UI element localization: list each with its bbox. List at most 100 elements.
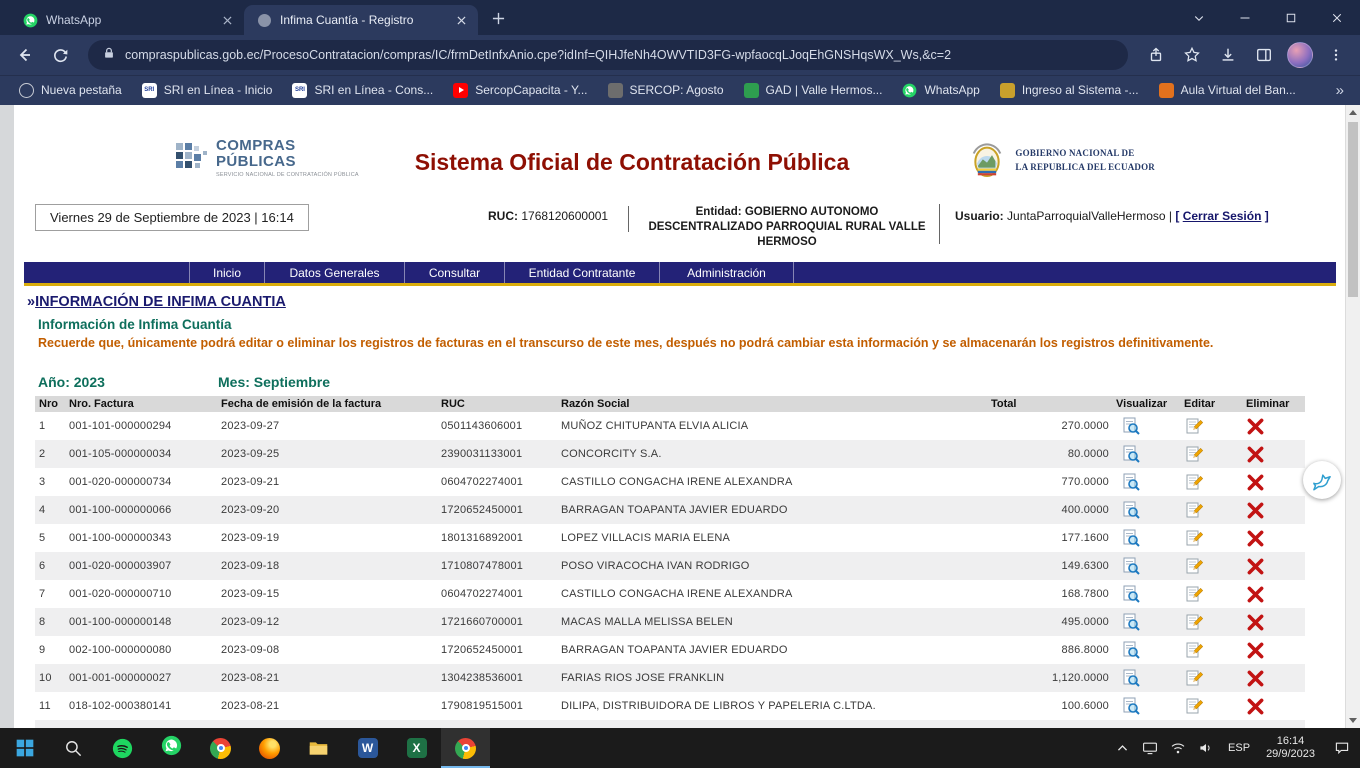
language-indicator[interactable]: ESP <box>1223 742 1255 754</box>
bookmark-star-icon[interactable] <box>1176 39 1208 71</box>
visualizar-icon[interactable] <box>1122 669 1140 687</box>
close-window-button[interactable] <box>1314 0 1360 35</box>
editar-icon[interactable] <box>1185 697 1203 715</box>
visualizar-icon[interactable] <box>1122 417 1140 435</box>
visualizar-icon[interactable] <box>1122 501 1140 519</box>
eliminar-icon[interactable] <box>1246 585 1265 604</box>
notification-center-icon[interactable] <box>1326 728 1358 768</box>
scroll-up-arrow[interactable] <box>1346 105 1360 120</box>
page-scrollbar[interactable] <box>1345 105 1360 728</box>
invoice-row: 1001-101-0000002942023-09-27050114360600… <box>35 412 1305 440</box>
editar-icon[interactable] <box>1185 529 1203 547</box>
visualizar-icon[interactable] <box>1122 641 1140 659</box>
eliminar-icon[interactable] <box>1246 445 1265 464</box>
visualizar-icon[interactable] <box>1122 697 1140 715</box>
scrollbar-thumb[interactable] <box>1348 122 1358 297</box>
editar-icon[interactable] <box>1185 669 1203 687</box>
cell-razon-social: MUÑOZ CHITUPANTA ELVIA ALICIA <box>557 412 987 440</box>
back-button[interactable] <box>8 39 40 71</box>
tab-close-icon[interactable] <box>219 12 236 29</box>
tab-close-icon[interactable] <box>453 12 470 29</box>
bookmark-sri-en-linea-cons[interactable]: SRISRI en Línea - Cons... <box>283 79 442 102</box>
tray-network-icon[interactable] <box>1167 728 1189 768</box>
tab-whatsapp[interactable]: WhatsApp <box>10 5 244 35</box>
nav-item-administracion[interactable]: Administración <box>659 262 794 283</box>
eliminar-icon[interactable] <box>1246 501 1265 520</box>
address-bar[interactable]: compraspublicas.gob.ec/ProcesoContrataci… <box>88 40 1128 70</box>
editar-icon[interactable] <box>1185 417 1203 435</box>
eliminar-icon[interactable] <box>1246 473 1265 492</box>
logout-link[interactable]: [ Cerrar Sesión ] <box>1175 209 1268 223</box>
taskbar-clock[interactable]: 16:14 29/9/2023 <box>1261 735 1320 761</box>
tab-infima-cuantia[interactable]: Infima Cuantía - Registro <box>244 5 478 35</box>
tray-speaker-icon[interactable] <box>1195 728 1217 768</box>
visualizar-icon[interactable] <box>1122 585 1140 603</box>
tray-chevron-up-icon[interactable] <box>1111 728 1133 768</box>
tab-title: Infima Cuantía - Registro <box>280 13 445 27</box>
month-label: Mes: Septiembre <box>218 374 330 390</box>
visualizar-icon[interactable] <box>1122 613 1140 631</box>
visualizar-icon[interactable] <box>1122 445 1140 463</box>
taskbar-app-spotify[interactable] <box>98 728 147 768</box>
new-tab-button[interactable] <box>484 4 512 32</box>
eliminar-icon[interactable] <box>1246 557 1265 576</box>
nav-item-datos-generales[interactable]: Datos Generales <box>264 262 404 283</box>
bookmark-whatsapp[interactable]: WhatsApp <box>893 79 988 102</box>
editar-icon[interactable] <box>1185 445 1203 463</box>
window-controls <box>1176 0 1360 35</box>
nav-item-inicio[interactable]: Inicio <box>189 262 264 283</box>
bookmark-sercop-agosto[interactable]: SERCOP: Agosto <box>599 79 733 102</box>
eliminar-icon[interactable] <box>1246 417 1265 436</box>
cell-factura: 001-020-000003907 <box>65 552 217 580</box>
tray-monitor-icon[interactable] <box>1139 728 1161 768</box>
download-icon[interactable] <box>1212 39 1244 71</box>
entidad-value: GOBIERNO AUTONOMO DESCENTRALIZADO PARROQ… <box>648 206 925 248</box>
bookmark-ingreso-al-sistema[interactable]: Ingreso al Sistema -... <box>991 79 1148 102</box>
cell-editar <box>1180 552 1242 580</box>
scroll-down-arrow[interactable] <box>1346 713 1360 728</box>
editar-icon[interactable] <box>1185 585 1203 603</box>
maximize-button[interactable] <box>1268 0 1314 35</box>
logout-link-text[interactable]: Cerrar Sesión <box>1183 209 1262 223</box>
eliminar-icon[interactable] <box>1246 613 1265 632</box>
bookmark-sercopcapacita-y[interactable]: SercopCapacita - Y... <box>444 79 596 102</box>
floating-capture-widget[interactable] <box>1303 461 1341 499</box>
bookmark-nueva-pestana[interactable]: Nueva pestaña <box>10 79 131 102</box>
bookmark-sri-en-linea-inicio[interactable]: SRISRI en Línea - Inicio <box>133 79 282 102</box>
profile-avatar[interactable] <box>1284 39 1316 71</box>
taskbar-app-start[interactable] <box>0 728 49 768</box>
cell-nro: 3 <box>35 468 65 496</box>
visualizar-icon[interactable] <box>1122 529 1140 547</box>
nav-item-consultar[interactable]: Consultar <box>404 262 504 283</box>
editar-icon[interactable] <box>1185 641 1203 659</box>
taskbar-app-excel[interactable]: X <box>392 728 441 768</box>
taskbar-app-search[interactable] <box>49 728 98 768</box>
side-panel-icon[interactable] <box>1248 39 1280 71</box>
nav-item-entidad-contratante[interactable]: Entidad Contratante <box>504 262 659 283</box>
taskbar-app-chrome[interactable] <box>196 728 245 768</box>
taskbar-app-firefox[interactable] <box>245 728 294 768</box>
refresh-button[interactable] <box>44 39 76 71</box>
cell-visualizar <box>1112 440 1180 468</box>
bookmarks-overflow-chevron[interactable]: » <box>1330 82 1350 99</box>
editar-icon[interactable] <box>1185 613 1203 631</box>
bookmark-aula-virtual-del-ban[interactable]: Aula Virtual del Ban... <box>1150 79 1305 102</box>
eliminar-icon[interactable] <box>1246 669 1265 688</box>
editar-icon[interactable] <box>1185 473 1203 491</box>
eliminar-icon[interactable] <box>1246 529 1265 548</box>
taskbar-app-file-explorer[interactable] <box>294 728 343 768</box>
eliminar-icon[interactable] <box>1246 641 1265 660</box>
editar-icon[interactable] <box>1185 501 1203 519</box>
minimize-button[interactable] <box>1222 0 1268 35</box>
editar-icon[interactable] <box>1185 557 1203 575</box>
tab-search-chevron-icon[interactable] <box>1176 0 1222 35</box>
eliminar-icon[interactable] <box>1246 697 1265 716</box>
bookmark-gad-valle-hermos[interactable]: GAD | Valle Hermos... <box>735 79 892 102</box>
taskbar-app-chrome-active[interactable] <box>441 728 490 768</box>
visualizar-icon[interactable] <box>1122 473 1140 491</box>
share-icon[interactable] <box>1140 39 1172 71</box>
browser-menu-kebab-icon[interactable] <box>1320 39 1352 71</box>
taskbar-app-whatsapp[interactable] <box>147 728 196 768</box>
visualizar-icon[interactable] <box>1122 557 1140 575</box>
taskbar-app-word[interactable]: W <box>343 728 392 768</box>
